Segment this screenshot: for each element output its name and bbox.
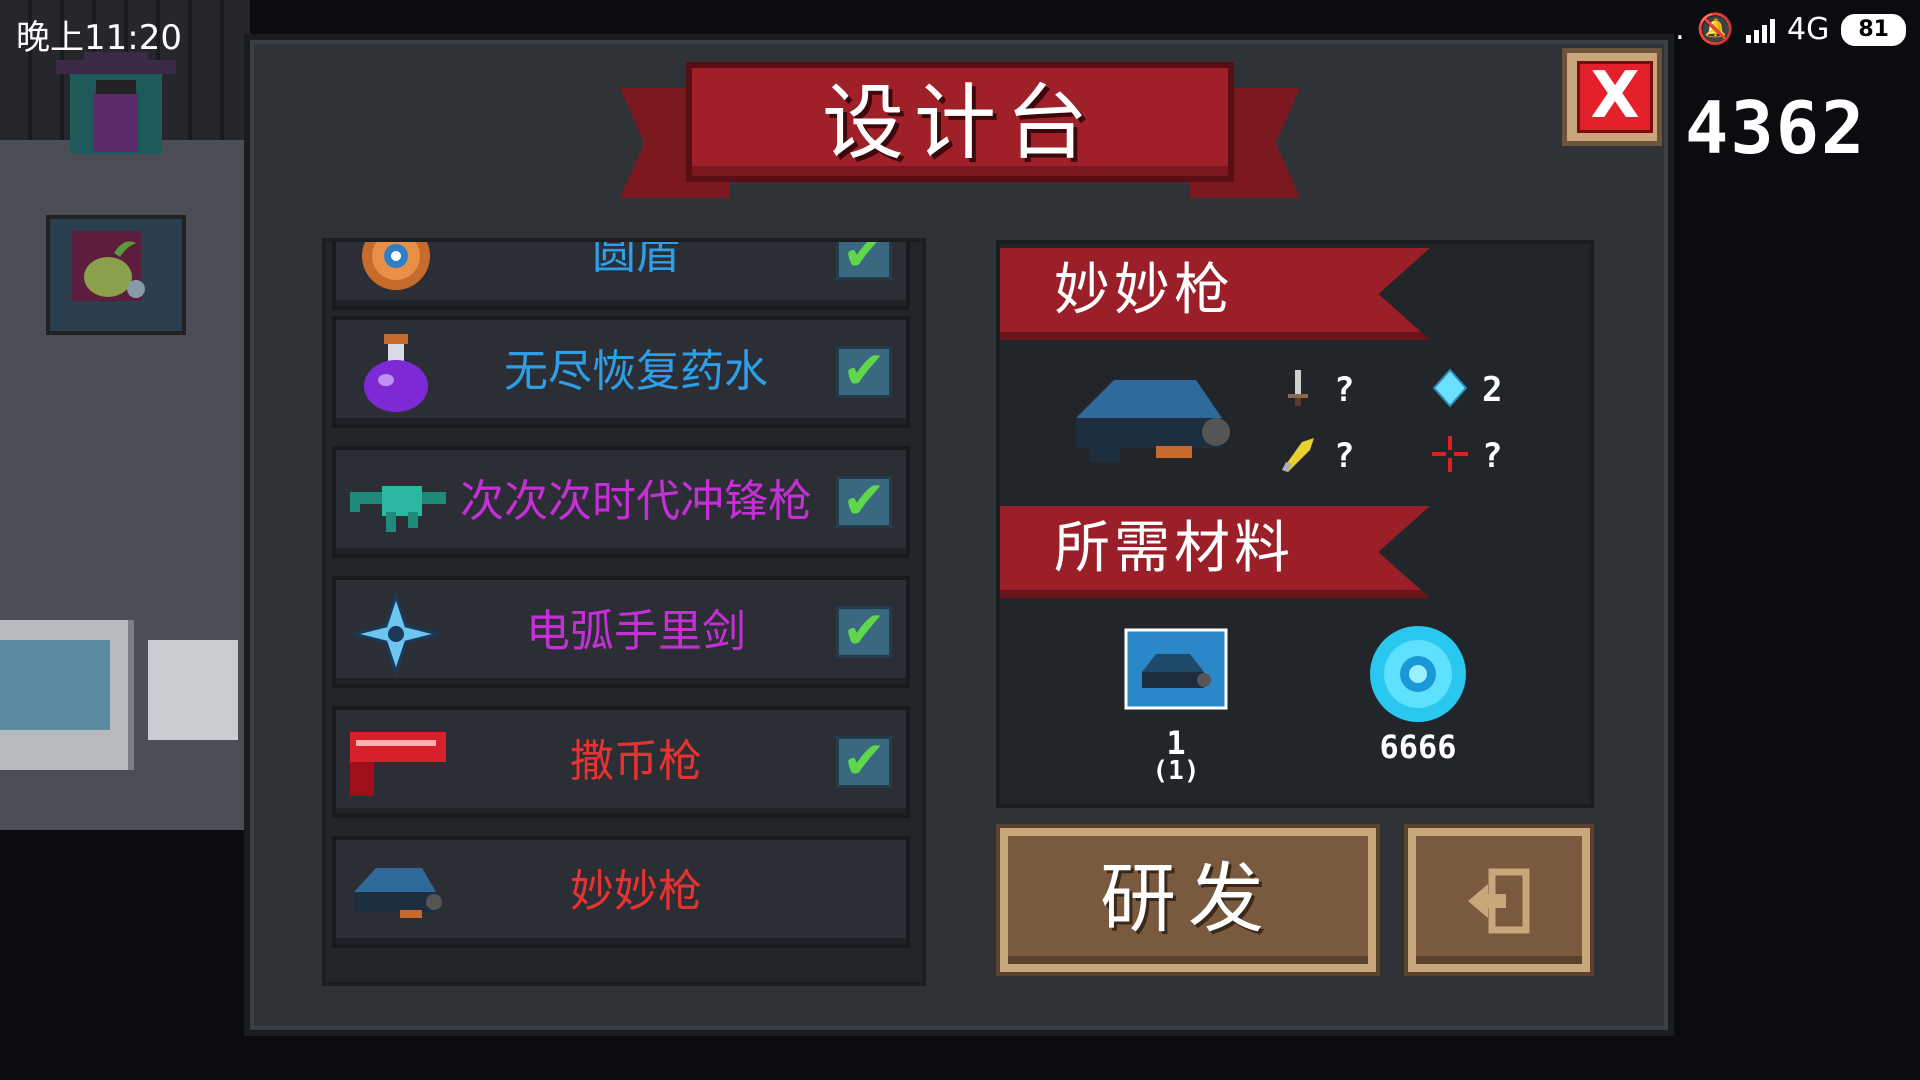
counter-screen bbox=[0, 640, 110, 730]
checked-icon: ✔ bbox=[836, 345, 892, 398]
purple-potion-icon bbox=[364, 334, 428, 412]
checked-icon: ✔ bbox=[836, 605, 892, 658]
weapon-detail-panel: 妙妙枪 ? 2 ? ? 所需材料 1 (1) 6666 bbox=[996, 240, 1594, 808]
plant-shelf bbox=[46, 215, 186, 335]
dialog-title: 设计台 bbox=[821, 76, 1098, 171]
recipe-label: 电弧手里剑 bbox=[526, 606, 746, 657]
title-banner: 设计台 bbox=[620, 58, 1300, 208]
accuracy-crosshair-icon bbox=[1432, 436, 1468, 472]
weapon-name-banner: 妙妙枪 bbox=[1000, 248, 1430, 340]
chair bbox=[148, 640, 238, 740]
recipe-label: 无尽恢复药水 bbox=[504, 346, 768, 397]
energy-cost-value: 2 bbox=[1482, 370, 1503, 410]
materials-banner: 所需材料 bbox=[1000, 506, 1430, 598]
dark-floor bbox=[0, 830, 250, 840]
recipe-item-miaomiao-gun[interactable]: 妙妙枪 bbox=[332, 836, 910, 948]
teal-smg-icon bbox=[350, 486, 446, 532]
recipe-item-arc-shuriken[interactable]: 电弧手里剑 ✔ bbox=[332, 576, 910, 688]
develop-label: 研发 bbox=[1100, 854, 1276, 943]
blue-gun-icon bbox=[354, 868, 442, 918]
critical-icon bbox=[1282, 438, 1314, 472]
game-scene-background bbox=[0, 0, 250, 840]
status-time: 晚上11:20 bbox=[16, 18, 182, 58]
weapon-preview-icon bbox=[1076, 380, 1230, 462]
recipe-item-smg[interactable]: 次次次时代冲锋枪 ✔ bbox=[332, 446, 910, 558]
gem-count: 4362 bbox=[1685, 86, 1867, 170]
status-icons: ... 🔕 4G 81 bbox=[1656, 12, 1906, 47]
round-shield-icon bbox=[362, 242, 430, 290]
weapon-name: 妙妙枪 bbox=[1054, 258, 1234, 323]
network-type: 4G bbox=[1787, 12, 1830, 47]
accuracy-value: ? bbox=[1482, 436, 1503, 476]
checked-icon: ✔ bbox=[836, 242, 892, 280]
mute-bell-icon: 🔕 bbox=[1696, 12, 1735, 47]
recipe-label: 妙妙枪 bbox=[570, 866, 702, 917]
gem-cost: 6666 bbox=[1379, 728, 1457, 766]
recipe-label: 圆盾 bbox=[592, 238, 680, 279]
materials-title: 所需材料 bbox=[1054, 516, 1294, 581]
crit-value: ? bbox=[1334, 436, 1355, 476]
shuriken-icon bbox=[353, 592, 439, 676]
damage-sword-icon bbox=[1288, 370, 1308, 406]
signal-icon bbox=[1746, 17, 1776, 43]
damage-value: ? bbox=[1334, 370, 1355, 410]
red-coin-gun-icon bbox=[350, 732, 446, 796]
checked-icon: ✔ bbox=[836, 475, 892, 528]
recipe-item-coin-gun[interactable]: 撒币枪 ✔ bbox=[332, 706, 910, 818]
recipe-item-endless-potion[interactable]: 无尽恢复药水 ✔ bbox=[332, 316, 910, 428]
recipe-list[interactable]: 圆盾 ✔ 无尽恢复药水 ✔ 次次次时代冲锋枪 ✔ 电弧手里剑 ✔ 撒币枪 ✔ 妙… bbox=[322, 238, 926, 986]
recipe-label: 次次次时代冲锋枪 bbox=[460, 476, 812, 527]
banner-body: 设计台 bbox=[686, 62, 1234, 182]
develop-button[interactable]: 研发 bbox=[1000, 828, 1376, 972]
blueprint-owned: (1) bbox=[1152, 756, 1200, 786]
seed-bag-icon bbox=[84, 241, 145, 298]
wizard-npc-icon bbox=[56, 52, 176, 154]
recipe-label: 撒币枪 bbox=[570, 736, 702, 787]
blueprint-icon bbox=[1124, 628, 1228, 710]
close-icon: X bbox=[1577, 61, 1653, 133]
exit-button[interactable] bbox=[1408, 828, 1590, 972]
exit-icon bbox=[1468, 868, 1530, 934]
recipe-item-round-shield[interactable]: 圆盾 ✔ bbox=[332, 238, 910, 310]
blue-gem-coin-icon bbox=[1370, 626, 1466, 722]
energy-crystal-icon bbox=[1432, 368, 1468, 408]
battery-indicator: 81 bbox=[1841, 13, 1906, 46]
close-button[interactable]: X bbox=[1562, 48, 1662, 146]
checked-icon: ✔ bbox=[836, 735, 892, 788]
